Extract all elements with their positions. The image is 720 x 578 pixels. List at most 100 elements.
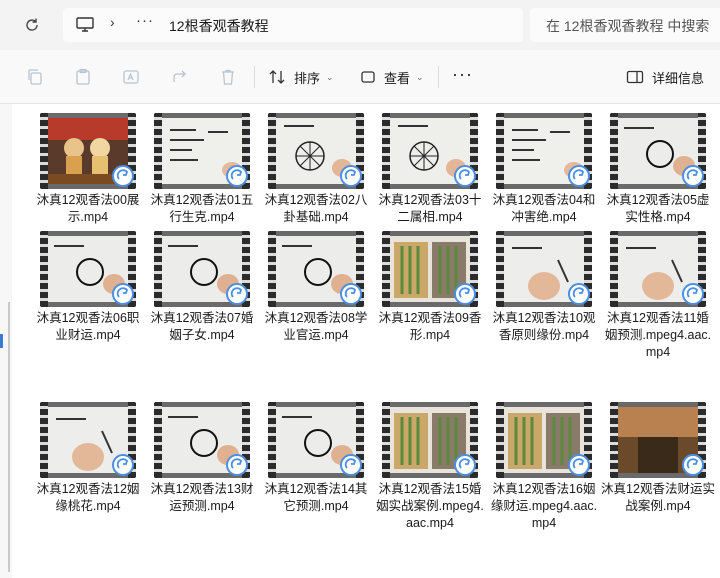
toolbar-divider [254,66,255,88]
film-strip-left [496,113,504,189]
hidden-path-icon[interactable]: ··· [136,12,154,29]
film-strip-left [496,231,504,307]
search-input[interactable]: 在 12根香观香教程 中搜索 [530,8,720,42]
file-name: 沐真12观香法05虚实性格.mp4 [606,193,710,224]
paste-icon[interactable] [73,67,93,87]
view-icon [361,71,375,83]
video-thumbnail[interactable] [268,402,364,478]
file-name: 沐真12观香法16姻缘财运.mpeg4.aac.mp4 [490,482,598,530]
rename-icon[interactable] [121,67,141,87]
media-player-icon [340,283,362,305]
copy-icon[interactable] [25,67,45,87]
share-icon[interactable] [170,67,190,87]
media-player-icon [682,454,704,476]
video-thumbnail[interactable] [268,113,364,189]
address-bar[interactable]: › ··· 12根香观香教程 [63,8,523,42]
film-strip-left [154,231,162,307]
media-player-icon [682,165,704,187]
film-strip-left [268,402,276,478]
refresh-icon[interactable] [20,13,44,37]
media-player-icon [112,165,134,187]
sort-icon [269,70,285,84]
film-strip-left [610,231,618,307]
file-name: 沐真12观香法02八卦基础.mp4 [264,193,368,224]
chevron-right-icon[interactable]: › [110,14,115,30]
file-name: 沐真12观香法06职业财运.mp4 [36,311,140,342]
address-row: › ··· 12根香观香教程 在 12根香观香教程 中搜索 [0,0,720,50]
details-pane-button[interactable]: 详细信息 [626,66,704,88]
video-thumbnail[interactable] [382,113,478,189]
media-player-icon [454,454,476,476]
file-name: 沐真12观香法07婚姻子女.mp4 [150,311,254,342]
video-thumbnail[interactable] [496,113,592,189]
media-player-icon [226,283,248,305]
film-strip-left [40,231,48,307]
film-strip-left [154,402,162,478]
sort-label: 排序 [294,70,321,86]
media-player-icon [112,283,134,305]
film-strip-left [268,231,276,307]
chevron-down-icon: ⌄ [326,71,334,82]
video-thumbnail[interactable] [268,231,364,307]
video-thumbnail[interactable] [382,402,478,478]
video-thumbnail[interactable] [610,113,706,189]
chevron-down-icon: ⌄ [416,71,424,82]
file-name: 沐真12观香法15婚姻实战案例.mpeg4.aac.mp4 [376,482,484,530]
more-options-button[interactable]: ··· [452,64,473,85]
media-player-icon [568,283,590,305]
media-player-icon [226,165,248,187]
film-strip-left [268,113,276,189]
file-name: 沐真12观香法14其它预测.mp4 [264,482,368,513]
video-thumbnail[interactable] [610,231,706,307]
video-thumbnail[interactable] [154,402,250,478]
file-name: 沐真12观香法12姻缘桃花.mp4 [36,482,140,513]
media-player-icon [682,283,704,305]
video-thumbnail[interactable] [40,402,136,478]
video-thumbnail[interactable] [40,113,136,189]
film-strip-left [154,113,162,189]
search-placeholder[interactable]: 在 12根香观香教程 中搜索 [546,16,709,36]
media-player-icon [340,454,362,476]
film-strip-left [610,113,618,189]
file-name: 沐真12观香法10观香原则缘份.mp4 [492,311,596,342]
details-label: 详细信息 [652,70,705,86]
sort-button[interactable]: 排序 ⌄ [268,66,334,88]
nav-selection-marker [0,334,3,348]
file-name: 沐真12观香法09香形.mp4 [378,311,482,342]
media-player-icon [568,165,590,187]
nav-scrollbar[interactable] [8,302,10,572]
file-name: 沐真12观香法13财运预测.mp4 [150,482,254,513]
file-name: 沐真12观香法财运实战案例.mp4 [601,482,715,513]
media-player-icon [568,454,590,476]
file-name: 沐真12观香法01五行生克.mp4 [150,193,254,224]
video-thumbnail[interactable] [154,231,250,307]
file-view: 沐真12观香法00展示.mp4 沐真12观香法01五行生克.mp4 沐真12观香法0… [0,104,720,578]
video-thumbnail[interactable] [496,402,592,478]
video-thumbnail[interactable] [610,402,706,478]
toolbar-divider [438,66,439,88]
breadcrumb[interactable]: 12根香观香教程 [169,16,269,36]
view-label: 查看 [384,70,411,86]
media-player-icon [340,165,362,187]
media-player-icon [112,454,134,476]
film-strip-left [610,402,618,478]
view-button[interactable]: 查看 ⌄ [360,66,424,88]
media-player-icon [454,283,476,305]
video-thumbnail[interactable] [496,231,592,307]
details-pane-icon [626,70,644,84]
this-pc-icon[interactable] [75,16,95,34]
file-name: 沐真12观香法03十二属相.mp4 [378,193,482,224]
media-player-icon [454,165,476,187]
film-strip-left [382,113,390,189]
file-name: 沐真12观香法00展示.mp4 [36,193,140,224]
file-name: 沐真12观香法11婚姻预测.mpeg4.aac.mp4 [604,311,712,359]
film-strip-left [40,113,48,189]
video-thumbnail[interactable] [382,231,478,307]
file-name: 沐真12观香法04和冲害绝.mp4 [492,193,596,224]
film-strip-left [382,402,390,478]
film-strip-left [382,231,390,307]
file-name: 沐真12观香法08学业官运.mp4 [264,311,368,342]
video-thumbnail[interactable] [40,231,136,307]
delete-icon[interactable] [218,67,238,87]
video-thumbnail[interactable] [154,113,250,189]
